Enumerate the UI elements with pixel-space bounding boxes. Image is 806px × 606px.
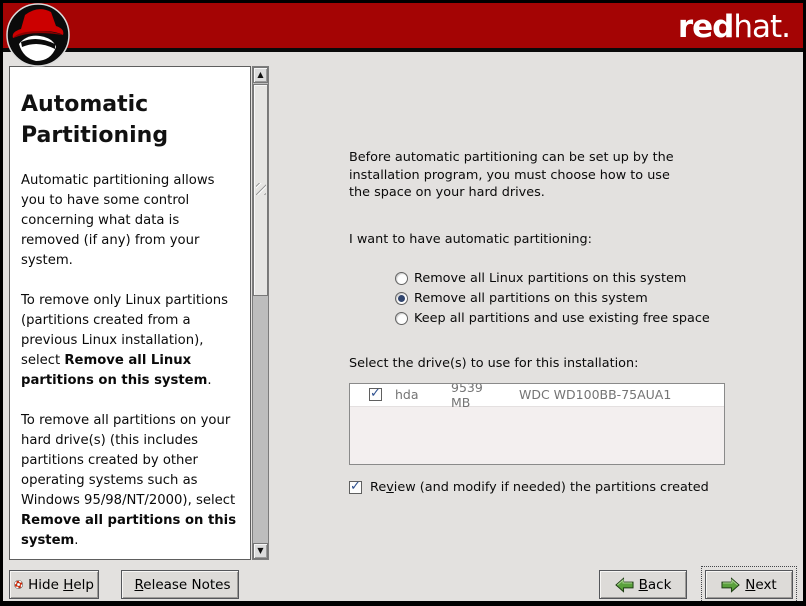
help-paragraph: To remove all partitions on your hard dr…	[21, 411, 239, 551]
scrollbar-grip-icon	[256, 183, 266, 195]
next-button[interactable]: Next	[705, 570, 793, 599]
main-content: Before automatic partitioning can be set…	[349, 66, 801, 495]
scroll-up-icon[interactable]	[253, 67, 268, 83]
help-paragraphs: Automatic partitioning allows you to hav…	[21, 171, 239, 551]
radio-label: Keep all partitions and use existing fre…	[414, 311, 710, 326]
back-label: Back	[639, 577, 672, 593]
drives-label: Select the drive(s) to use for this inst…	[349, 356, 801, 371]
redhat-shadowman-icon	[6, 2, 70, 68]
next-button-focus-ring: Next	[701, 566, 797, 603]
redhat-wordmark: redhat.	[678, 9, 790, 45]
radio-label: Remove all Linux partitions on this syst…	[414, 271, 686, 286]
radio-option-remove-linux[interactable]: Remove all Linux partitions on this syst…	[395, 269, 801, 289]
radio-option-keep-all[interactable]: Keep all partitions and use existing fre…	[395, 309, 801, 329]
back-button[interactable]: Back	[599, 570, 687, 599]
help-title: Automatic Partitioning	[21, 89, 239, 151]
scroll-down-icon[interactable]	[253, 543, 268, 559]
partition-option-group: Remove all Linux partitions on this syst…	[349, 269, 801, 329]
partitioning-prompt: I want to have automatic partitioning:	[349, 232, 801, 247]
scrollbar-thumb[interactable]	[253, 84, 268, 296]
intro-text: Before automatic partitioning can be set…	[349, 149, 685, 202]
radio-icon[interactable]	[395, 312, 408, 325]
next-arrow-icon	[721, 577, 740, 593]
drive-listbox[interactable]: hda 9539 MB WDC WD100BB-75AUA1	[349, 383, 725, 465]
review-label: Review (and modify if needed) the partit…	[370, 480, 709, 495]
drive-model: WDC WD100BB-75AUA1	[519, 387, 671, 402]
drive-size: 9539 MB	[451, 383, 506, 410]
drive-device: hda	[395, 387, 451, 402]
hide-help-button[interactable]: Hide Help	[9, 570, 99, 599]
installer-window: redhat. Automatic Partitioning Automatic…	[0, 0, 806, 606]
help-paragraph: To remove only Linux partitions (partiti…	[21, 291, 239, 391]
next-label: Next	[745, 577, 776, 593]
review-checkbox[interactable]	[349, 481, 362, 494]
release-notes-label: Release Notes	[134, 577, 230, 593]
radio-icon[interactable]	[395, 292, 408, 305]
radio-icon[interactable]	[395, 272, 408, 285]
drive-checkbox[interactable]	[369, 388, 382, 401]
help-scrollbar[interactable]	[252, 66, 269, 560]
hide-help-label: Hide Help	[28, 577, 94, 593]
help-panel: Automatic Partitioning Automatic partiti…	[9, 66, 251, 560]
help-paragraph: Automatic partitioning allows you to hav…	[21, 171, 239, 271]
radio-option-remove-all[interactable]: Remove all partitions on this system	[395, 289, 801, 309]
review-option[interactable]: Review (and modify if needed) the partit…	[349, 480, 801, 495]
header-bar: redhat.	[3, 3, 803, 52]
drive-row[interactable]: hda 9539 MB WDC WD100BB-75AUA1	[350, 384, 724, 407]
life-preserver-icon	[14, 575, 23, 594]
release-notes-button[interactable]: Release Notes	[121, 570, 239, 599]
back-arrow-icon	[615, 577, 634, 593]
radio-label: Remove all partitions on this system	[414, 291, 648, 306]
